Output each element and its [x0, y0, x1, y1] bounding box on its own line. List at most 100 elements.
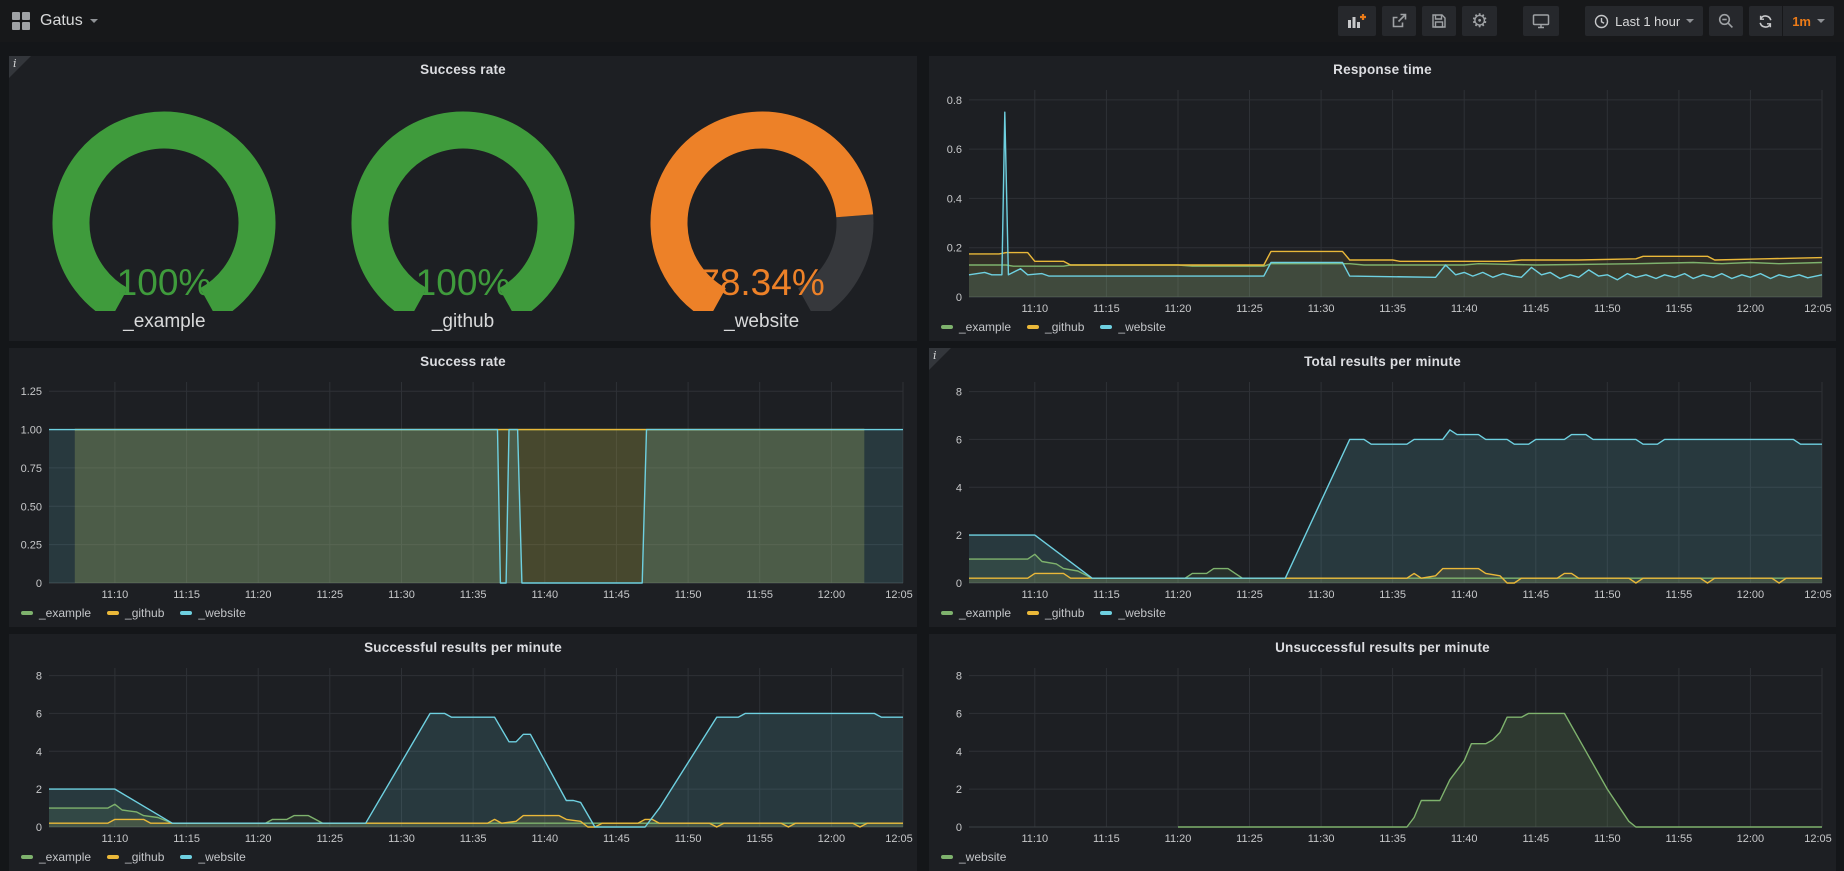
- svg-text:12:05: 12:05: [1804, 589, 1832, 601]
- chart-legend: _website: [929, 847, 1836, 871]
- panel-response-time: Response time 00.20.40.60.811:1011:1511:…: [929, 56, 1836, 341]
- svg-text:11:20: 11:20: [245, 589, 272, 601]
- panel-title[interactable]: Unsuccessful results per minute: [929, 634, 1836, 660]
- svg-text:1.25: 1.25: [21, 386, 42, 398]
- gauge-value: 78.34%: [699, 262, 825, 303]
- svg-text:4: 4: [956, 482, 962, 494]
- legend-label: _github: [1045, 320, 1084, 334]
- svg-text:4: 4: [36, 746, 42, 758]
- unsuccessful-results-chart: 0246811:1011:1511:2011:2511:3011:3511:40…: [929, 660, 1836, 847]
- dashboard-title-dropdown[interactable]: Gatus: [40, 12, 98, 30]
- svg-text:11:40: 11:40: [531, 833, 558, 845]
- svg-text:6: 6: [956, 434, 962, 446]
- successful-results-chart: 0246811:1011:1511:2011:2511:3011:3511:40…: [9, 660, 917, 847]
- svg-text:11:25: 11:25: [316, 589, 343, 601]
- legend-swatch: [1027, 611, 1039, 615]
- svg-text:11:50: 11:50: [675, 589, 702, 601]
- svg-text:11:10: 11:10: [1021, 833, 1048, 845]
- save-button[interactable]: [1422, 6, 1456, 36]
- legend-swatch: [1100, 611, 1112, 615]
- legend-label: _website: [1118, 320, 1165, 334]
- time-range-picker[interactable]: Last 1 hour: [1585, 6, 1703, 36]
- legend-label: _website: [1118, 606, 1165, 620]
- legend-item-_website[interactable]: _website: [1100, 320, 1165, 334]
- svg-text:11:15: 11:15: [1093, 303, 1120, 315]
- refresh-button[interactable]: [1749, 6, 1782, 36]
- svg-text:11:20: 11:20: [245, 833, 272, 845]
- legend-swatch: [180, 855, 192, 859]
- refresh-interval-label: 1m: [1792, 14, 1811, 29]
- gauge-_website: 78.34% _website: [617, 84, 907, 333]
- svg-text:12:05: 12:05: [1804, 303, 1832, 315]
- total-results-chart: 0246811:1011:1511:2011:2511:3011:3511:40…: [929, 374, 1836, 603]
- panel-success-rate-gauges: i Success rate 100%_example100%_github78…: [9, 56, 917, 341]
- gauge-_github: 100%_github: [318, 84, 608, 333]
- svg-text:11:15: 11:15: [1093, 589, 1120, 601]
- svg-text:2: 2: [956, 530, 962, 542]
- cycle-view-button[interactable]: [1523, 6, 1559, 36]
- panel-title[interactable]: Success rate: [9, 56, 917, 82]
- legend-item-_example[interactable]: _example: [21, 850, 91, 864]
- svg-text:11:40: 11:40: [1451, 833, 1478, 845]
- gauge-label: _example: [123, 311, 205, 333]
- svg-text:11:45: 11:45: [1522, 833, 1549, 845]
- legend-swatch: [1100, 325, 1112, 329]
- svg-text:11:15: 11:15: [173, 589, 200, 601]
- svg-text:11:55: 11:55: [746, 589, 773, 601]
- svg-text:12:00: 12:00: [1737, 833, 1765, 845]
- legend-item-_example[interactable]: _example: [21, 606, 91, 620]
- time-range-label: Last 1 hour: [1615, 14, 1680, 29]
- svg-text:2: 2: [956, 784, 962, 796]
- search-minus-icon: [1718, 13, 1734, 29]
- svg-text:11:30: 11:30: [388, 589, 415, 601]
- panel-title[interactable]: Total results per minute: [929, 348, 1836, 374]
- legend-item-_website[interactable]: _website: [180, 606, 245, 620]
- panel-title[interactable]: Successful results per minute: [9, 634, 917, 660]
- svg-text:0: 0: [36, 822, 42, 834]
- svg-text:11:20: 11:20: [1165, 589, 1192, 601]
- legend-item-_github[interactable]: _github: [107, 850, 164, 864]
- legend-item-_example[interactable]: _example: [941, 320, 1011, 334]
- info-corner-icon[interactable]: i: [9, 56, 31, 78]
- legend-item-_example[interactable]: _example: [941, 606, 1011, 620]
- add-panel-button[interactable]: [1338, 6, 1376, 36]
- refresh-interval-picker[interactable]: 1m: [1782, 6, 1834, 36]
- svg-text:0.25: 0.25: [21, 540, 42, 552]
- svg-text:11:20: 11:20: [1165, 303, 1192, 315]
- chevron-down-icon: [90, 19, 98, 23]
- legend-item-_github[interactable]: _github: [1027, 320, 1084, 334]
- legend-item-_website[interactable]: _website: [180, 850, 245, 864]
- svg-text:11:40: 11:40: [1451, 303, 1478, 315]
- svg-text:11:15: 11:15: [1093, 833, 1120, 845]
- legend-item-_website[interactable]: _website: [1100, 606, 1165, 620]
- zoom-out-button[interactable]: [1709, 6, 1743, 36]
- legend-label: _example: [959, 606, 1011, 620]
- legend-item-_github[interactable]: _github: [1027, 606, 1084, 620]
- bar-chart-plus-icon: [1347, 13, 1367, 29]
- settings-button[interactable]: ⚙: [1462, 6, 1497, 36]
- svg-text:11:10: 11:10: [1021, 589, 1048, 601]
- svg-text:12:00: 12:00: [1737, 589, 1765, 601]
- panel-title[interactable]: Response time: [929, 56, 1836, 82]
- legend-item-_github[interactable]: _github: [107, 606, 164, 620]
- share-button[interactable]: [1382, 6, 1416, 36]
- gauge-label: _website: [724, 311, 799, 333]
- svg-text:11:25: 11:25: [1236, 589, 1263, 601]
- panel-title[interactable]: Success rate: [9, 348, 917, 374]
- svg-text:11:15: 11:15: [173, 833, 200, 845]
- svg-text:0.4: 0.4: [947, 193, 962, 205]
- legend-swatch: [941, 855, 953, 859]
- svg-text:11:25: 11:25: [1236, 303, 1263, 315]
- svg-text:11:45: 11:45: [1522, 589, 1549, 601]
- svg-text:12:00: 12:00: [818, 833, 846, 845]
- info-corner-icon[interactable]: i: [929, 348, 951, 370]
- svg-text:0.8: 0.8: [947, 95, 962, 107]
- legend-label: _example: [39, 850, 91, 864]
- svg-text:0: 0: [956, 822, 962, 834]
- panel-total-results: i Total results per minute 0246811:1011:…: [929, 348, 1836, 627]
- grid-icon[interactable]: [12, 12, 30, 30]
- legend-item-_website[interactable]: _website: [941, 850, 1006, 864]
- svg-text:0: 0: [956, 578, 962, 590]
- gauge-value: 100%: [117, 262, 212, 303]
- svg-text:11:40: 11:40: [531, 589, 558, 601]
